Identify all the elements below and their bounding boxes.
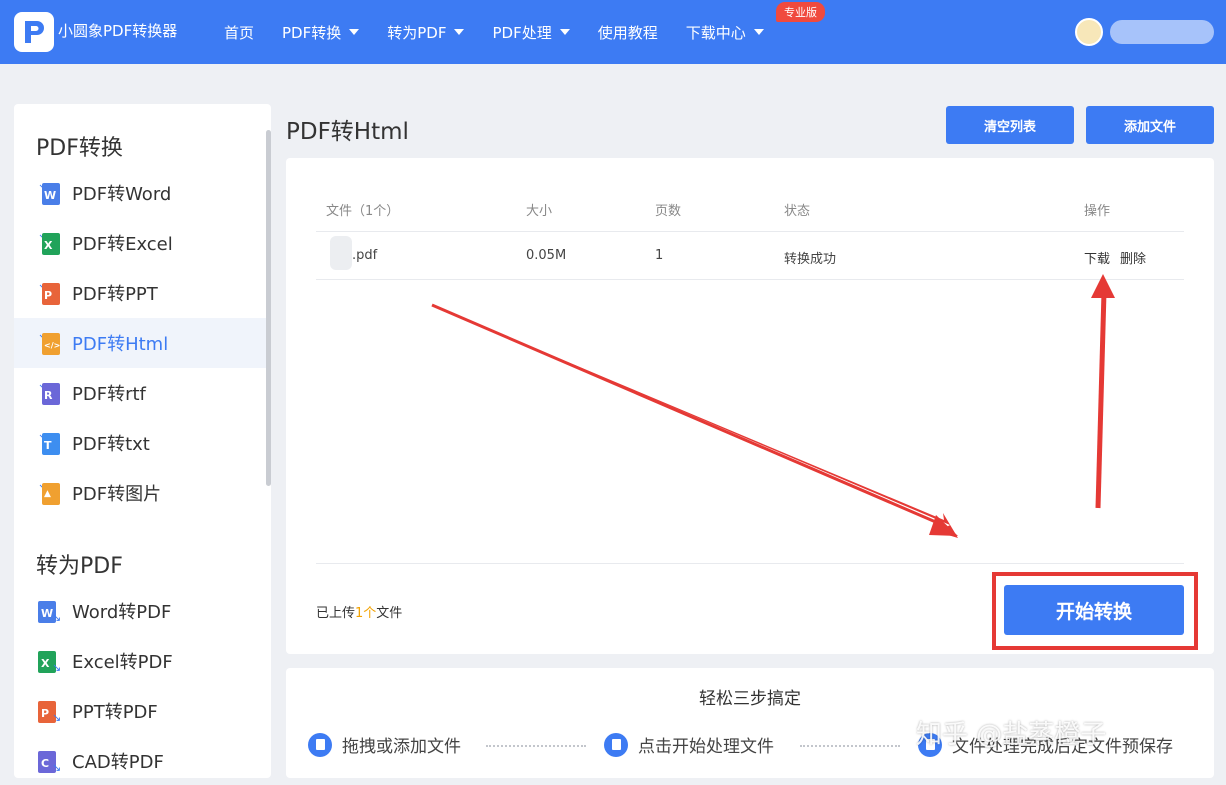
sidebar-item-cad-to-pdf[interactable]: C ↘ CAD转PDF	[14, 736, 266, 778]
main-nav: 首页 PDF转换 转为PDF PDF处理 使用教程 下载中心	[224, 0, 792, 64]
nav-tutorial[interactable]: 使用教程	[598, 22, 658, 43]
word-file-icon: ↘W	[38, 181, 60, 205]
upload-count-text: 已上传1个文件	[316, 606, 403, 621]
excel-file-icon: ↘X	[38, 231, 60, 255]
sidebar: PDF转换 ↘W PDF转Word ↘X PDF转Excel ↘P PDF转PP…	[14, 104, 271, 778]
add-file-button[interactable]: 添加文件	[1086, 106, 1214, 144]
nav-download-center[interactable]: 下载中心	[686, 22, 764, 43]
delete-link[interactable]: 删除	[1120, 248, 1146, 267]
file-list-panel: 文件（1个） 大小 页数 状态 操作 .pdf 0.05M 1 转换成功 下载 …	[286, 158, 1214, 654]
clear-list-button[interactable]: 清空列表	[946, 106, 1074, 144]
file-icon	[308, 732, 332, 757]
sidebar-item-pdf-to-word[interactable]: ↘W PDF转Word	[14, 168, 266, 218]
nav-pdf-convert[interactable]: PDF转换	[282, 22, 360, 43]
chevron-down-icon	[349, 29, 360, 35]
txt-file-icon: ↘T	[38, 431, 60, 455]
file-pages: 1	[655, 248, 664, 263]
file-status: 转换成功	[784, 252, 837, 267]
steps-panel: 轻松三步搞定 拖拽或添加文件 点击开始处理文件 文件处理完成后定文件预保存 知乎…	[286, 668, 1214, 778]
app-logo-icon[interactable]	[14, 12, 54, 52]
cad-file-icon: C ↘	[38, 749, 61, 774]
panel-footer-divider	[316, 563, 1184, 564]
col-header-size: 大小	[526, 204, 553, 219]
nav-pdf-process[interactable]: PDF处理	[492, 22, 570, 43]
filename-blurred	[330, 236, 352, 270]
sidebar-item-ppt-to-pdf[interactable]: P ↘ PPT转PDF	[14, 686, 266, 736]
file-size: 0.05M	[526, 248, 567, 263]
top-nav-bar: 小圆象PDF转换器 首页 PDF转换 转为PDF PDF处理 使用教程 下载中心…	[0, 0, 1226, 64]
steps-title: 轻松三步搞定	[699, 689, 801, 709]
sidebar-item-excel-to-pdf[interactable]: X ↘ Excel转PDF	[14, 636, 266, 686]
chevron-down-icon	[559, 29, 570, 35]
file-name: .pdf	[352, 248, 378, 263]
sidebar-item-pdf-to-excel[interactable]: ↘X PDF转Excel	[14, 218, 266, 268]
excel-file-icon: X ↘	[38, 649, 61, 674]
upload-count-number: 1个	[355, 606, 377, 621]
step-1: 拖拽或添加文件	[308, 732, 461, 757]
html-file-icon: ↘</>	[38, 331, 60, 355]
table-divider	[316, 279, 1184, 280]
start-convert-button[interactable]: 开始转换	[1004, 585, 1184, 635]
sidebar-item-word-to-pdf[interactable]: W ↘ Word转PDF	[14, 586, 266, 636]
rtf-file-icon: ↘R	[38, 381, 60, 405]
step-connector	[800, 745, 900, 747]
chevron-down-icon	[454, 29, 465, 35]
image-file-icon: ↘▲	[38, 481, 60, 505]
col-header-file: 文件（1个）	[326, 204, 400, 219]
col-header-pages: 页数	[655, 204, 682, 219]
username-blurred[interactable]	[1110, 20, 1214, 44]
page-title: PDF转Html	[286, 119, 409, 145]
sidebar-scrollbar[interactable]	[266, 130, 271, 486]
pro-badge: 专业版	[776, 2, 825, 22]
ppt-file-icon: P ↘	[38, 699, 61, 724]
col-header-action: 操作	[1084, 204, 1111, 219]
sidebar-item-pdf-to-txt[interactable]: ↘T PDF转txt	[14, 418, 266, 468]
watermark: 知乎 @盐蒸橙子	[916, 720, 1107, 750]
sidebar-item-pdf-to-image[interactable]: ↘▲ PDF转图片	[14, 468, 266, 518]
download-link[interactable]: 下载	[1084, 248, 1110, 267]
process-icon	[604, 732, 628, 757]
app-name: 小圆象PDF转换器	[58, 22, 178, 40]
step-2: 点击开始处理文件	[604, 732, 774, 757]
table-divider	[316, 231, 1184, 232]
ppt-file-icon: ↘P	[38, 281, 60, 305]
avatar[interactable]	[1075, 18, 1103, 46]
col-header-status: 状态	[784, 204, 811, 219]
sidebar-section-to-pdf: 转为PDF	[36, 554, 123, 579]
sidebar-item-pdf-to-rtf[interactable]: ↘R PDF转rtf	[14, 368, 266, 418]
sidebar-item-pdf-to-html[interactable]: ↘</> PDF转Html	[14, 318, 266, 368]
chevron-down-icon	[753, 29, 764, 35]
nav-to-pdf[interactable]: 转为PDF	[387, 22, 465, 43]
word-file-icon: W ↘	[38, 599, 61, 624]
sidebar-section-pdf-convert: PDF转换	[36, 136, 123, 161]
step-connector	[486, 745, 586, 747]
sidebar-item-pdf-to-ppt[interactable]: ↘P PDF转PPT	[14, 268, 266, 318]
nav-home[interactable]: 首页	[224, 22, 254, 43]
